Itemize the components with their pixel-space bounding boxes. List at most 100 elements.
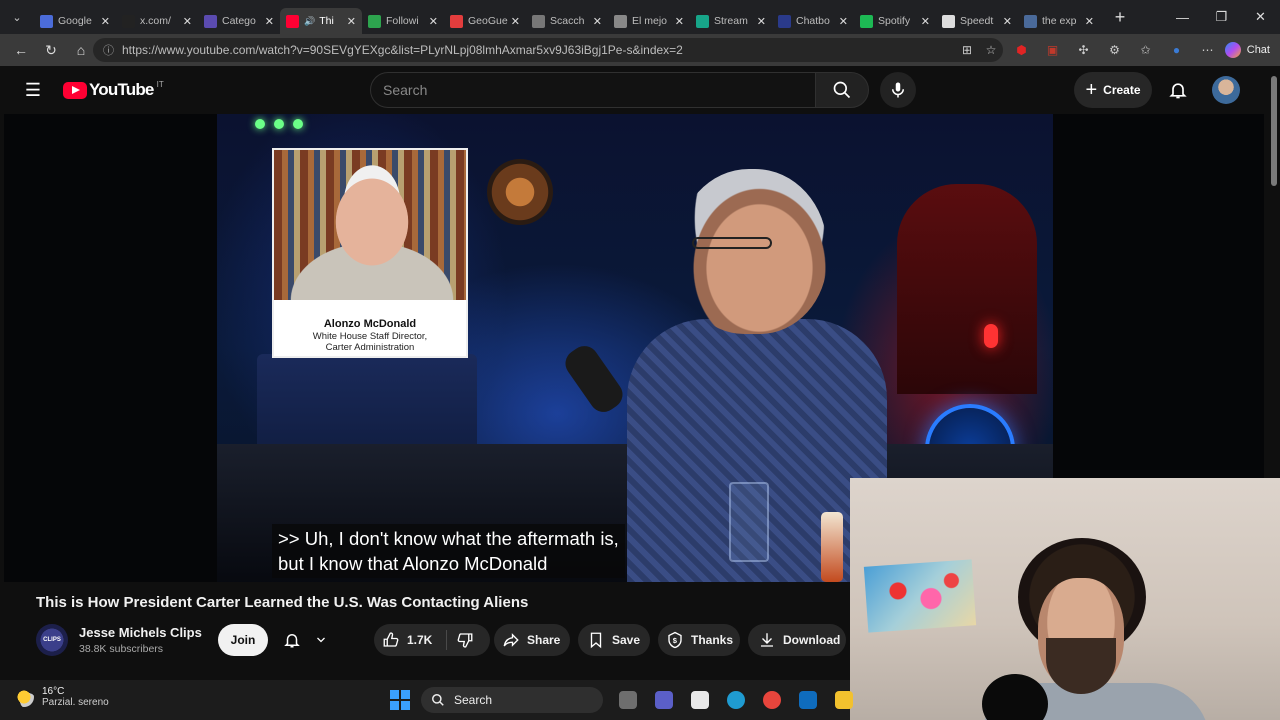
dislike-button[interactable]	[456, 631, 481, 652]
create-button[interactable]: + Create	[1074, 72, 1152, 108]
more-options-icon[interactable]: ⋯	[1192, 38, 1223, 62]
new-tab-button[interactable]: +	[1106, 7, 1134, 28]
close-tab-icon[interactable]: ✕	[347, 15, 356, 28]
browser-essentials-icon[interactable]: ⚙	[1099, 38, 1130, 62]
close-tab-icon[interactable]: ✕	[1085, 15, 1094, 28]
thumbs-up-icon	[383, 632, 399, 647]
close-tab-icon[interactable]: ✕	[511, 15, 520, 28]
browser-tab[interactable]: El mejo ✕	[608, 8, 690, 34]
browser-tab[interactable]: Stream ✕	[690, 8, 772, 34]
voice-search-button[interactable]	[880, 72, 916, 108]
like-button[interactable]: 1.7K	[382, 631, 432, 649]
search-input[interactable]: Search	[370, 72, 816, 108]
favorite-star-icon[interactable]: ☆	[979, 38, 1003, 62]
tab-title: Google	[58, 15, 92, 27]
save-button[interactable]: Save	[578, 624, 650, 656]
outlook-icon[interactable]	[790, 688, 826, 712]
minimize-icon[interactable]: —	[1163, 0, 1202, 34]
guide-menu-icon[interactable]: ☰	[21, 78, 45, 102]
browser-tab[interactable]: Chatbo ✕	[772, 8, 854, 34]
svg-text:$: $	[673, 636, 678, 645]
extensions-puzzle-icon[interactable]: ✣	[1068, 38, 1099, 62]
browser-tab[interactable]: 🔊 Thi ✕	[280, 8, 362, 34]
account-avatar[interactable]	[1212, 76, 1240, 104]
partly-sunny-icon	[14, 687, 34, 707]
start-button[interactable]	[390, 690, 410, 710]
close-tab-icon[interactable]: ✕	[675, 15, 684, 28]
tab-favicon-icon	[614, 14, 627, 28]
file-explorer-icon[interactable]	[610, 688, 646, 712]
close-tab-icon[interactable]: ✕	[429, 15, 438, 28]
notifications-button[interactable]	[1162, 74, 1194, 106]
browser-tab[interactable]: Speedt ✕	[936, 8, 1018, 34]
browser-tab[interactable]: the exp ✕	[1018, 8, 1100, 34]
reload-icon[interactable]: ↻	[36, 36, 66, 64]
home-icon[interactable]: ⌂	[66, 36, 96, 64]
favorites-icon[interactable]: ✩	[1130, 38, 1161, 62]
bell-icon	[284, 634, 300, 648]
search-icon	[432, 694, 444, 706]
windows-taskbar: 16°C Parzial. sereno Search	[0, 680, 853, 720]
thanks-button[interactable]: $ Thanks	[658, 624, 740, 656]
tab-title: GeoGue	[468, 15, 508, 27]
browser-tab[interactable]: Google ✕	[34, 8, 116, 34]
extensions-bar: ⬢ ▣ ✣ ⚙ ✩ ● ⋯	[1006, 38, 1223, 62]
audio-playing-icon[interactable]: 🔊	[304, 16, 315, 27]
folder-icon[interactable]	[826, 688, 862, 712]
close-tab-icon[interactable]: ✕	[183, 15, 192, 28]
subscriber-count: 38.8K subscribers	[79, 643, 164, 655]
close-tab-icon[interactable]: ✕	[757, 15, 766, 28]
streamer-microphone	[982, 674, 1048, 720]
teams-icon[interactable]	[646, 688, 682, 712]
close-tab-icon[interactable]: ✕	[593, 15, 602, 28]
subscription-notifications-button[interactable]	[276, 624, 334, 656]
browser-toolbar: ← ↻ ⌂ ⓘ https://www.youtube.com/watch?v=…	[0, 34, 1280, 66]
youtube-logo[interactable]: YouTube IT	[63, 80, 164, 100]
browser-tab[interactable]: GeoGue ✕	[444, 8, 526, 34]
restore-icon[interactable]: ❐	[1202, 0, 1241, 34]
thanks-label: Thanks	[691, 633, 734, 647]
back-icon[interactable]: ←	[6, 36, 36, 64]
copilot-chat-button[interactable]: Chat	[1224, 38, 1270, 62]
weather-widget[interactable]: 16°C Parzial. sereno	[14, 686, 109, 708]
tab-title: Chatbo	[796, 15, 830, 27]
tab-actions-menu-icon[interactable]: ⌄	[0, 0, 34, 34]
join-button[interactable]: Join	[218, 624, 268, 656]
browser-tab[interactable]: Catego ✕	[198, 8, 280, 34]
super-thanks-icon: $	[668, 631, 682, 649]
microphone-icon	[892, 82, 904, 98]
like-dislike-group: 1.7K	[374, 624, 490, 656]
share-button[interactable]: Share	[494, 624, 570, 656]
browser-tab[interactable]: Followi ✕	[362, 8, 444, 34]
chevron-down-icon	[317, 637, 325, 643]
address-bar[interactable]: ⓘ https://www.youtube.com/watch?v=90SEVg…	[93, 38, 1003, 62]
tab-favicon-icon	[286, 14, 299, 28]
close-tab-icon[interactable]: ✕	[921, 15, 930, 28]
scrollbar-thumb[interactable]	[1271, 76, 1277, 186]
close-window-icon[interactable]: ✕	[1241, 0, 1280, 34]
profile-icon[interactable]: ●	[1161, 38, 1192, 62]
close-tab-icon[interactable]: ✕	[839, 15, 848, 28]
search-button[interactable]	[815, 72, 869, 108]
app-available-icon[interactable]: ⊞	[955, 38, 979, 62]
taskbar-search[interactable]: Search	[421, 687, 603, 713]
browser-tab[interactable]: x.com/ ✕	[116, 8, 198, 34]
channel-avatar[interactable]: CLIPS	[36, 624, 68, 656]
browser-tab[interactable]: Scacch ✕	[526, 8, 608, 34]
wall-painting	[863, 559, 977, 633]
adblock-extension-icon[interactable]: ⬢	[1006, 38, 1037, 62]
close-tab-icon[interactable]: ✕	[101, 15, 110, 28]
video-captions: >> Uh, I don't know what the aftermath i…	[272, 524, 625, 578]
close-tab-icon[interactable]: ✕	[1003, 15, 1012, 28]
browser-tab[interactable]: Spotify ✕	[854, 8, 936, 34]
store-icon[interactable]	[682, 688, 718, 712]
channel-name[interactable]: Jesse Michels Clips	[79, 625, 202, 640]
download-button[interactable]: Download	[748, 624, 846, 656]
edge-icon[interactable]	[718, 688, 754, 712]
site-info-icon[interactable]: ⓘ	[103, 42, 114, 58]
extension-icon[interactable]: ▣	[1037, 38, 1068, 62]
chrome-icon[interactable]	[754, 688, 790, 712]
download-icon	[761, 633, 773, 647]
red-lamp-decor	[984, 324, 998, 348]
close-tab-icon[interactable]: ✕	[265, 15, 274, 28]
